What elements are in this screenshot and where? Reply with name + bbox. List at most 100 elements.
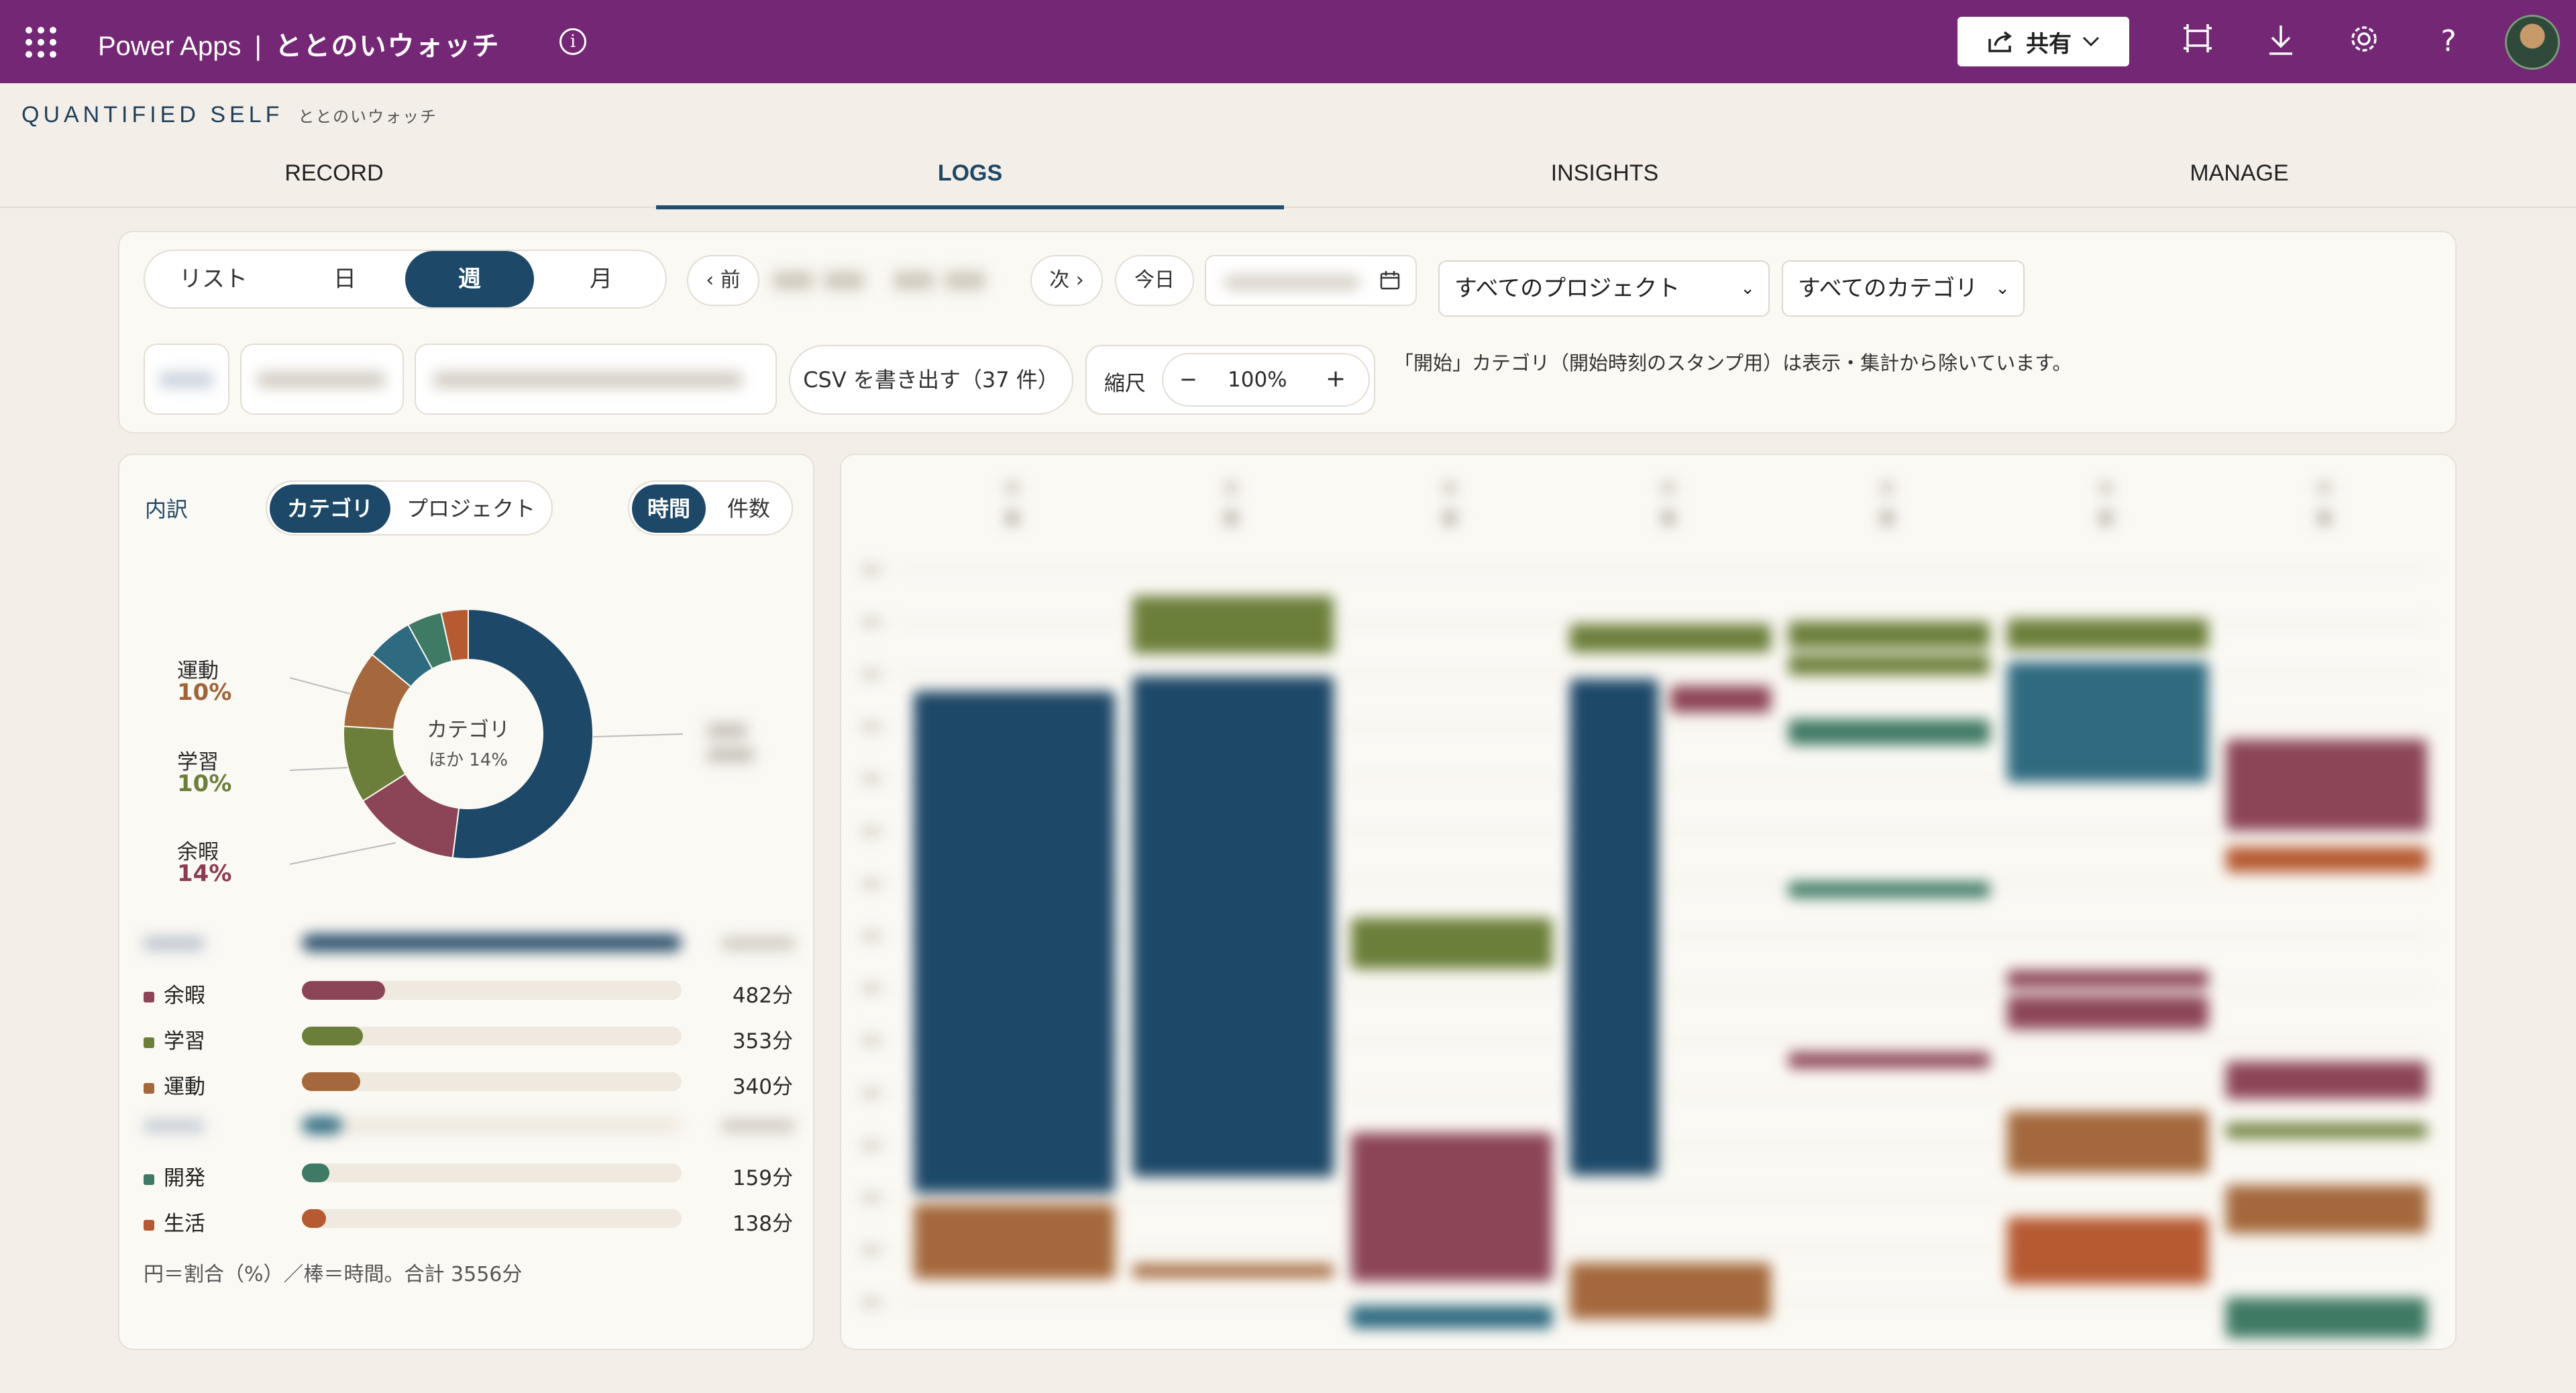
tab-manage[interactable]: MANAGE (1925, 141, 2553, 208)
group-tab-category[interactable]: カテゴリ (270, 484, 390, 533)
breakdown-row-exercise: 運動 (144, 1070, 205, 1100)
hour-label (861, 1245, 881, 1255)
callout-line (592, 733, 684, 737)
tab-record[interactable]: RECORD (20, 141, 648, 208)
hour-label (861, 827, 881, 836)
hour-label (861, 617, 881, 627)
calendar-icon (1380, 271, 1400, 290)
app-header: Power Apps | ととのいウォッチ i 共有 ? (0, 0, 2576, 83)
day-header (1880, 510, 1894, 526)
brand-heading: QUANTIFIED SELF ととのいウォッチ (21, 102, 437, 128)
calendar-event (2007, 662, 2208, 782)
hour-gridline (895, 831, 2431, 832)
tab-insights[interactable]: INSIGHTS (1291, 141, 1919, 208)
callout-line (289, 767, 348, 771)
group-switcher: カテゴリ プロジェクト (266, 480, 553, 535)
callout-exercise-pct: 10% (177, 679, 232, 706)
row-label: 運動 (164, 1075, 205, 1099)
calendar-event (1570, 1263, 1771, 1319)
day-header (1880, 482, 1894, 494)
share-button[interactable]: 共有 (1957, 17, 2129, 66)
calendar-event (1132, 596, 1334, 654)
hour-gridline (895, 1040, 2431, 1041)
scale-plus-button[interactable]: + (1326, 365, 1346, 393)
prev-button[interactable]: ‹ 前 (687, 255, 759, 306)
hour-label (861, 1298, 881, 1307)
calendar-event (1351, 918, 1552, 969)
row-track (302, 1164, 682, 1182)
day-header (2318, 482, 2331, 494)
settings-icon[interactable] (2345, 23, 2383, 60)
day-header (1224, 510, 1238, 526)
donut-center-title: カテゴリ (427, 718, 510, 742)
scale-minus-button[interactable]: − (1179, 366, 1197, 392)
hour-label (861, 1141, 881, 1150)
share-label: 共有 (2026, 30, 2072, 58)
day-header (1662, 510, 1675, 526)
date-range-label (773, 271, 994, 290)
project-select[interactable]: すべてのプロジェクト ⌄ (1438, 260, 1770, 317)
view-list[interactable]: リスト (148, 251, 279, 307)
hour-label (861, 1193, 881, 1202)
avatar[interactable] (2505, 15, 2560, 70)
date-picker[interactable] (1205, 255, 1417, 306)
hour-label (861, 984, 881, 993)
fit-screen-icon[interactable] (2179, 23, 2216, 60)
group-tab-project[interactable]: プロジェクト (393, 484, 549, 533)
calendar-event (1788, 621, 1990, 648)
waffle-icon[interactable] (25, 27, 56, 58)
hour-label (861, 565, 881, 574)
breakdown-row-dev: 開発 (144, 1161, 205, 1191)
day-header (1006, 510, 1019, 526)
breakdown-title: 内訳 (145, 497, 189, 522)
calendar-event (2226, 739, 2427, 831)
callout-study-pct: 10% (177, 770, 232, 797)
callout-leisure-pct: 14% (177, 860, 232, 887)
hour-gridline (895, 1197, 2431, 1198)
help-icon[interactable]: ? (2430, 23, 2467, 60)
metric-tab-count[interactable]: 件数 (708, 484, 789, 533)
calendar-event (1670, 686, 1771, 713)
calendar-event (1351, 1133, 1552, 1282)
view-week[interactable]: 週 (405, 251, 534, 307)
calendar-event (2226, 1185, 2427, 1233)
calendar-event (1132, 676, 1334, 1177)
breakdown-footer: 円＝割合（%）／棒＝時間。合計 3556分 (144, 1263, 523, 1286)
calendar-event (1788, 1052, 1990, 1068)
legend-swatch (144, 1082, 154, 1094)
row-label: 余暇 (164, 984, 205, 1008)
row-bar (302, 1209, 326, 1228)
download-icon[interactable] (2262, 23, 2300, 60)
csv-export-button[interactable]: CSV を書き出す（37 件） (789, 345, 1073, 415)
category-select[interactable]: すべてのカテゴリ ⌄ (1782, 260, 2025, 317)
calendar-event (1788, 655, 1990, 675)
metric-switcher: 時間 件数 (628, 480, 793, 535)
calendar-event (2007, 619, 2208, 650)
day-header (1006, 482, 1019, 494)
legend-swatch (144, 1037, 154, 1048)
row-label: 学習 (164, 1029, 205, 1053)
calendar-event (2007, 1111, 2208, 1173)
summary-chip (144, 344, 229, 415)
day-header (1443, 482, 1456, 494)
calendar-event (2007, 970, 2208, 988)
metric-tab-time[interactable]: 時間 (632, 484, 706, 533)
next-button[interactable]: 次 › (1030, 255, 1103, 306)
breakdown-row-hidden (144, 1115, 794, 1135)
row-value: 159分 (732, 1166, 793, 1190)
row-bar (302, 1164, 329, 1182)
calendar-event (2007, 1217, 2208, 1284)
hour-label (861, 1036, 881, 1045)
row-value: 340分 (732, 1075, 793, 1099)
info-icon[interactable]: i (559, 28, 586, 55)
tab-logs[interactable]: LOGS (656, 141, 1284, 209)
view-day[interactable]: 日 (279, 251, 411, 307)
hour-label (861, 931, 881, 941)
row-track (302, 1209, 682, 1228)
calendar-event (914, 1204, 1115, 1279)
hour-label (861, 774, 881, 784)
calendar-event (1570, 679, 1658, 1176)
row-value: 482分 (732, 984, 793, 1008)
view-month[interactable]: 月 (537, 251, 665, 307)
today-button[interactable]: 今日 (1115, 255, 1194, 306)
